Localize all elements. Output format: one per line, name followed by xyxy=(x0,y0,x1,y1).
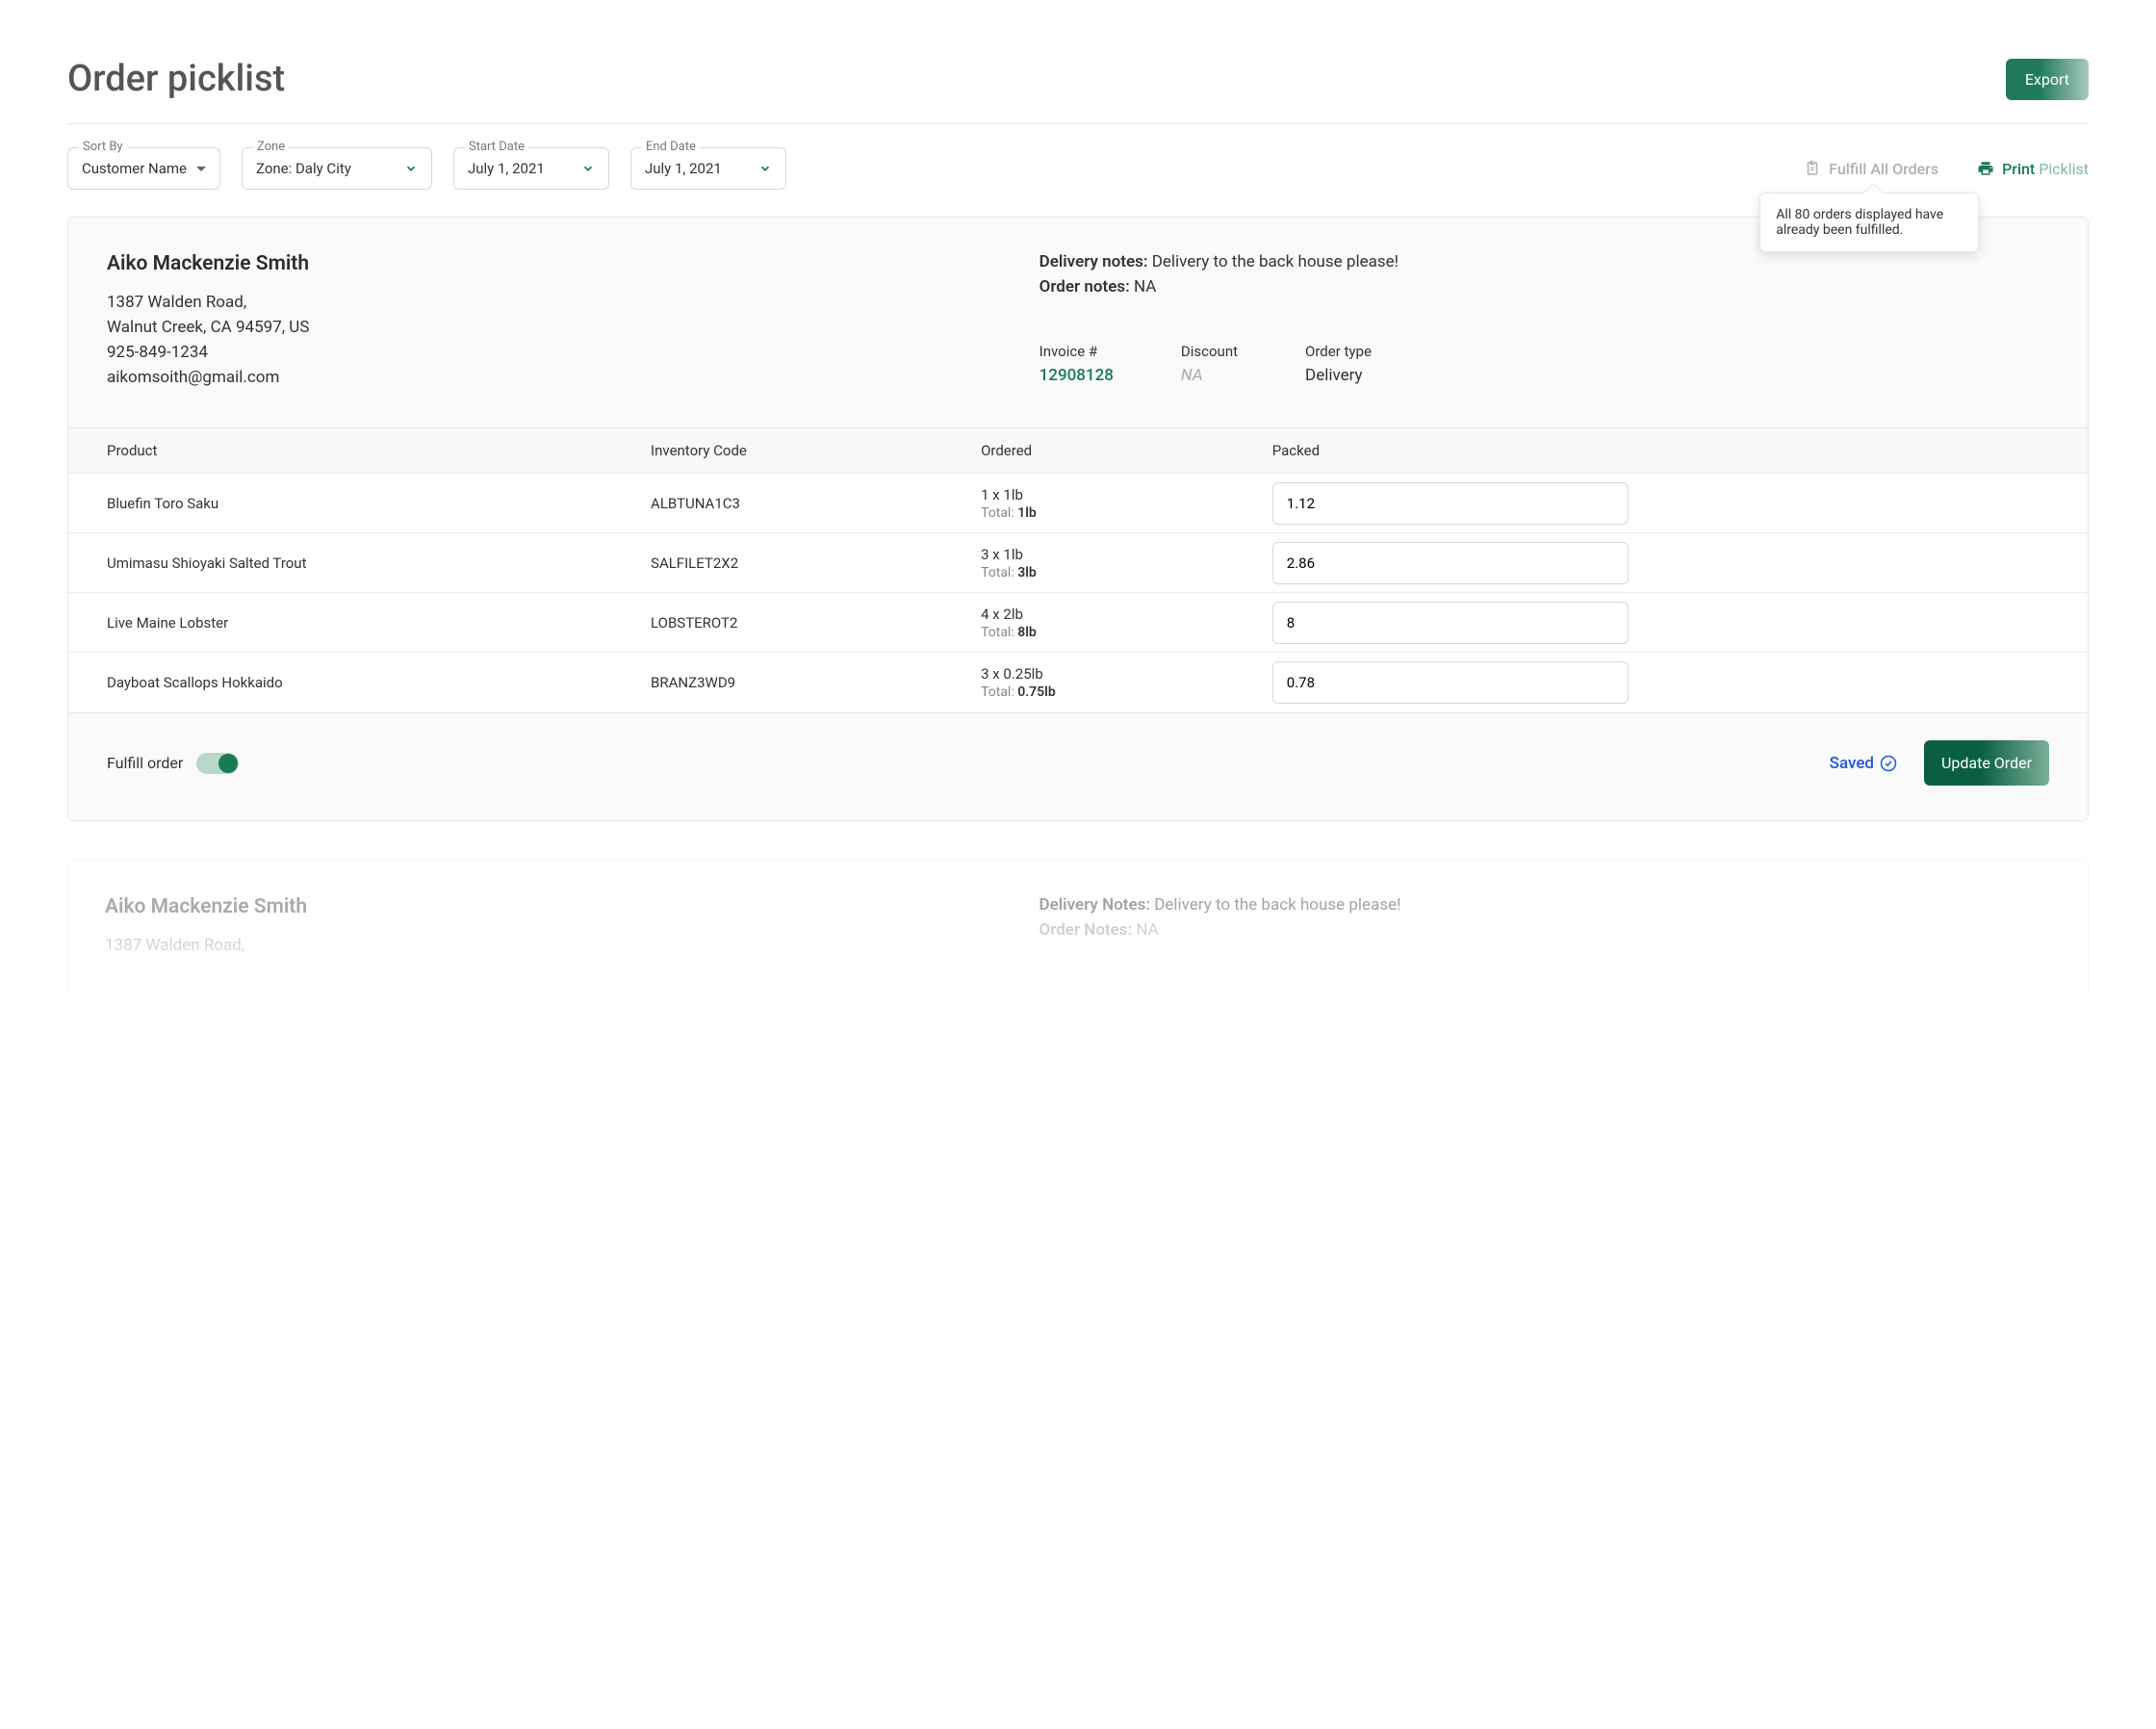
delivery-notes: Delivery to the back house please! xyxy=(1152,252,1399,271)
product-name: Dayboat Scallops Hokkaido xyxy=(107,674,651,691)
start-date-select[interactable]: Start Date July 1, 2021 xyxy=(453,147,609,190)
sort-by-select[interactable]: Sort By Customer Name xyxy=(67,147,220,190)
sort-by-value: Customer Name xyxy=(82,160,187,177)
next-order-card: Aiko Mackenzie Smith 1387 Walden Road, D… xyxy=(67,860,2089,996)
invoice-label: Invoice # xyxy=(1040,343,1114,360)
ordered-qty: 3 x 1lbTotal: 3lb xyxy=(981,546,1272,581)
update-order-button[interactable]: Update Order xyxy=(1924,740,2049,786)
table-header: Product Inventory Code Ordered Packed xyxy=(68,427,2088,474)
start-date-label: Start Date xyxy=(465,140,528,154)
next-customer-address: 1387 Walden Road, xyxy=(105,936,1040,955)
chevron-down-icon xyxy=(758,162,772,175)
order-type: Delivery xyxy=(1305,366,1372,385)
packed-input[interactable] xyxy=(1272,482,1629,525)
table-row: Umimasu Shioyaki Salted TroutSALFILET2X2… xyxy=(68,533,2088,593)
order-notes-label: Order notes: xyxy=(1040,277,1130,297)
col-header-code: Inventory Code xyxy=(651,442,981,459)
col-header-product: Product xyxy=(107,442,651,459)
col-header-packed: Packed xyxy=(1272,442,2049,459)
ordered-qty: 1 x 1lbTotal: 1lb xyxy=(981,486,1272,521)
table-row: Bluefin Toro SakuALBTUNA1C31 x 1lbTotal:… xyxy=(68,474,2088,533)
chevron-down-icon xyxy=(581,162,595,175)
invoice-number[interactable]: 12908128 xyxy=(1040,366,1114,385)
page-title: Order picklist xyxy=(67,58,285,100)
printer-icon xyxy=(1977,160,1994,177)
customer-name: Aiko Mackenzie Smith xyxy=(107,252,1040,275)
chevron-down-icon xyxy=(196,167,206,171)
next-customer-name: Aiko Mackenzie Smith xyxy=(105,895,1040,918)
saved-status: Saved xyxy=(1830,754,1897,773)
check-circle-icon xyxy=(1880,755,1897,772)
order-notes: NA xyxy=(1134,277,1156,297)
fulfill-order-label: Fulfill order xyxy=(107,754,183,772)
packed-input[interactable] xyxy=(1272,542,1629,584)
customer-address-1: 1387 Walden Road, xyxy=(107,293,1040,312)
print-suffix: Picklist xyxy=(2039,160,2089,178)
ordered-qty: 4 x 2lbTotal: 8lb xyxy=(981,606,1272,640)
end-date-label: End Date xyxy=(642,140,700,154)
end-date-value: July 1, 2021 xyxy=(645,160,722,177)
product-name: Live Maine Lobster xyxy=(107,614,651,632)
print-picklist-button[interactable]: Print Picklist xyxy=(1977,160,2089,178)
chevron-down-icon xyxy=(404,162,418,175)
discount-label: Discount xyxy=(1181,343,1238,360)
next-delivery-notes-label: Delivery Notes: xyxy=(1040,895,1150,915)
print-prefix: Print xyxy=(2002,160,2035,178)
inventory-code: SALFILET2X2 xyxy=(651,555,981,572)
fulfill-all-label: Fulfill All Orders xyxy=(1829,160,1938,178)
product-name: Bluefin Toro Saku xyxy=(107,495,651,512)
next-order-notes: NA xyxy=(1136,920,1158,940)
inventory-code: ALBTUNA1C3 xyxy=(651,495,981,512)
sort-by-label: Sort By xyxy=(79,140,127,154)
next-order-notes-label: Order Notes: xyxy=(1040,920,1133,940)
col-header-ordered: Ordered xyxy=(981,442,1272,459)
zone-value: Zone: Daly City xyxy=(256,160,351,177)
inventory-code: LOBSTEROT2 xyxy=(651,614,981,632)
end-date-select[interactable]: End Date July 1, 2021 xyxy=(630,147,786,190)
packed-input[interactable] xyxy=(1272,661,1629,704)
packed-input[interactable] xyxy=(1272,602,1629,644)
export-button[interactable]: Export xyxy=(2006,59,2089,100)
tooltip: All 80 orders displayed have already bee… xyxy=(1759,193,1979,252)
next-delivery-notes: Delivery to the back house please! xyxy=(1154,895,1400,915)
order-type-label: Order type xyxy=(1305,343,1372,360)
discount-value: NA xyxy=(1181,366,1238,385)
start-date-value: July 1, 2021 xyxy=(468,160,545,177)
fulfill-all-orders-button: Fulfill All Orders xyxy=(1804,160,1938,178)
customer-email: aikomsoith@gmail.com xyxy=(107,368,1040,387)
fulfill-order-toggle[interactable] xyxy=(196,753,239,774)
table-row: Live Maine LobsterLOBSTEROT24 x 2lbTotal… xyxy=(68,593,2088,653)
table-row: Dayboat Scallops HokkaidoBRANZ3WD93 x 0.… xyxy=(68,653,2088,712)
customer-address-2: Walnut Creek, CA 94597, US xyxy=(107,318,1040,337)
order-card: Aiko Mackenzie Smith 1387 Walden Road, W… xyxy=(67,217,2089,821)
ordered-qty: 3 x 0.25lbTotal: 0.75lb xyxy=(981,665,1272,700)
customer-phone: 925-849-1234 xyxy=(107,343,1040,362)
product-name: Umimasu Shioyaki Salted Trout xyxy=(107,555,651,572)
inventory-code: BRANZ3WD9 xyxy=(651,674,981,691)
clipboard-icon xyxy=(1804,160,1821,177)
zone-label: Zone xyxy=(253,140,289,154)
zone-select[interactable]: Zone Zone: Daly City xyxy=(242,147,432,190)
delivery-notes-label: Delivery notes: xyxy=(1040,252,1148,271)
